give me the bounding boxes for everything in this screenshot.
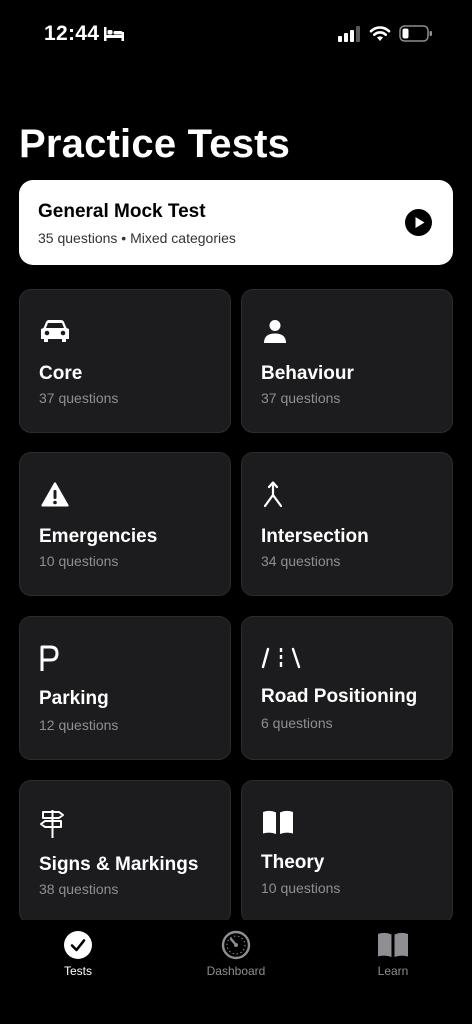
mock-test-title: General Mock Test [38,201,206,222]
merge-arrow-icon [261,481,295,509]
cellular-signal-icon [338,26,362,47]
category-count: 10 questions [39,553,119,569]
category-card-road-positioning[interactable]: Road Positioning 6 questions [241,616,453,760]
tab-learn[interactable]: Learn [338,930,448,990]
category-label: Theory [261,852,325,873]
category-count: 6 questions [261,715,333,731]
category-card-theory[interactable]: Theory 10 questions [241,780,453,924]
category-label: Emergencies [39,526,158,547]
mock-test-subtitle: 35 questions • Mixed categories [38,230,236,246]
wifi-icon [369,24,391,47]
category-card-core[interactable]: Core 37 questions [19,289,231,433]
category-card-emergencies[interactable]: Emergencies 10 questions [19,452,231,596]
category-label: Signs & Markings [39,854,199,875]
category-card-behaviour[interactable]: Behaviour 37 questions [241,289,453,433]
person-icon [261,318,295,346]
sleep-bed-icon [103,26,125,47]
tab-label: Dashboard [206,964,266,978]
category-label: Road Positioning [261,686,418,707]
signpost-icon [39,809,73,838]
battery-icon [399,25,433,48]
category-label: Intersection [261,526,369,547]
page-title: Practice Tests [19,122,291,166]
gauge-icon [221,930,251,960]
category-count: 37 questions [261,390,341,406]
category-count: 34 questions [261,553,341,569]
tab-label: Tests [63,964,92,978]
book-icon [261,809,295,837]
tab-dashboard[interactable]: Dashboard [181,930,291,990]
tab-tests[interactable]: Tests [23,930,133,990]
category-label: Behaviour [261,363,354,384]
category-count: 10 questions [261,880,341,896]
play-icon[interactable] [405,209,432,236]
car-icon [39,318,73,346]
category-count: 37 questions [39,390,119,406]
general-mock-test-card[interactable]: General Mock Test 35 questions • Mixed c… [19,180,453,265]
category-label: Parking [39,688,109,709]
tab-label: Learn [377,964,409,978]
category-card-parking[interactable]: Parking 12 questions [19,616,231,760]
parking-icon [39,645,73,673]
road-lanes-icon [261,645,301,673]
book-icon [378,932,408,957]
category-count: 12 questions [39,717,119,733]
status-time: 12:44 [44,22,100,45]
tab-bar: Tests Dashboard Learn [0,920,472,1024]
category-card-intersection[interactable]: Intersection 34 questions [241,452,453,596]
checkmark-circle-icon [64,931,92,959]
status-bar: 12:44 [0,0,472,70]
warning-icon [39,481,73,509]
category-label: Core [39,363,83,384]
category-card-signs-markings[interactable]: Signs & Markings 38 questions [19,780,231,924]
category-count: 38 questions [39,881,119,897]
